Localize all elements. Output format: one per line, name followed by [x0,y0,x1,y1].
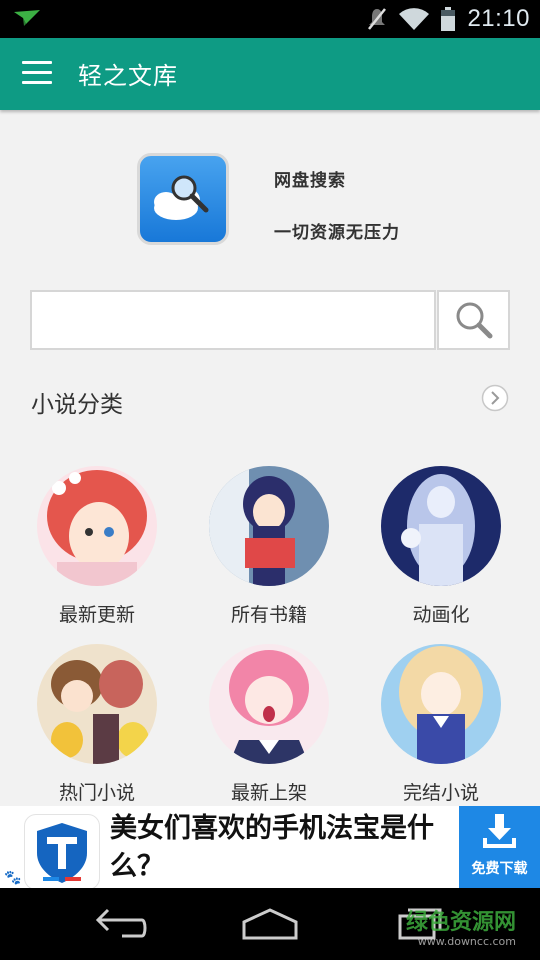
home-icon[interactable] [240,906,300,942]
status-bar: 21:10 [0,0,540,38]
category-label: 动画化 [412,604,470,626]
category-thumbnail [381,466,501,586]
section-title: 小说分类 [31,392,123,418]
category-label: 最新上架 [230,782,307,804]
download-button[interactable]: 免费下载 [459,806,540,888]
app-title: 轻之文库 [78,62,178,90]
category-item-all-books[interactable]: 所有书籍 [183,466,355,627]
search-button[interactable] [437,290,510,350]
category-thumbnail [37,644,157,764]
category-thumbnail [37,466,157,586]
search-input[interactable] [30,290,436,350]
battery-icon [441,7,456,31]
back-icon[interactable] [92,906,148,942]
category-item-latest-update[interactable]: 最新更新 [11,466,183,627]
category-label: 所有书籍 [230,604,307,626]
chevron-right-icon[interactable] [481,384,509,412]
promo-title: 网盘搜索 [274,171,346,191]
category-item-new-arrivals[interactable]: 最新上架 [183,644,355,805]
wifi-icon [399,8,430,30]
shield-app-icon [24,814,100,890]
cloud-search-logo-icon[interactable] [137,153,229,245]
paw-icon: 🐾 [4,870,22,886]
notification-plane-icon [14,10,40,26]
category-item-completed[interactable]: 完结小说 [355,644,527,805]
mute-icon [368,8,387,30]
category-thumbnail [209,466,329,586]
search-icon [456,302,493,339]
download-icon [483,814,516,848]
category-label: 最新更新 [58,604,135,626]
category-label: 完结小说 [402,782,479,804]
category-item-anime[interactable]: 动画化 [355,466,527,627]
category-label: 热门小说 [58,782,135,804]
promo-subtitle: 一切资源无压力 [274,223,400,243]
ad-text: 美女们喜欢的手机法宝是什么？ [110,813,434,882]
app-bar: 轻之文库 [0,38,540,110]
menu-icon[interactable] [22,61,52,85]
download-label: 免费下载 [471,861,528,877]
category-thumbnail [209,644,329,764]
watermark-url: www.downcc.com [417,935,516,948]
watermark: 绿色资源网 [405,910,516,935]
category-item-popular[interactable]: 热门小说 [11,644,183,805]
category-thumbnail [381,644,501,764]
clock: 21:10 [467,5,530,32]
